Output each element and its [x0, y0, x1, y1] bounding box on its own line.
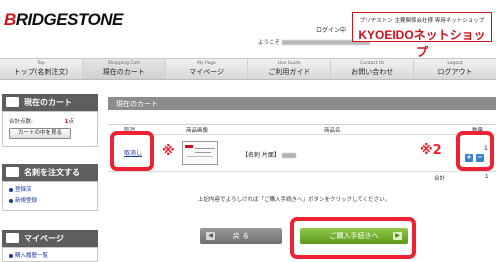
cart-count: 合計点数: 1点	[9, 117, 74, 125]
col-name: 商品名	[324, 128, 341, 134]
greeting-prefix: ようこそ	[258, 40, 281, 46]
nav-use-guide[interactable]: Use Guide ご利用ガイド	[248, 59, 332, 79]
sidebar-link-history[interactable]: 購入履歴一覧	[9, 251, 97, 259]
product-name-text: 【名刺 片面】	[242, 152, 280, 159]
cart-count-label: 合計点数:	[9, 119, 33, 125]
nav-mypage-ja: マイページ	[189, 68, 224, 76]
shop-subtitle: ブリヂストン 主要関係会社様 専用ネットショップ	[359, 18, 485, 24]
bullet-icon	[9, 253, 13, 258]
sidebar-mypage-title: マイページ	[24, 234, 64, 243]
sidebar-link-history-label: 購入履歴一覧	[15, 253, 49, 259]
back-button-label: 戻 る	[232, 232, 250, 240]
col-image: 商品画像	[186, 128, 209, 134]
instruction-text: 上記内容でよろしければ「ご購入手続きへ」ボタンをクリックしてください。	[198, 197, 391, 203]
blurred-product-detail	[281, 153, 296, 158]
nav-shopping-cart[interactable]: Shopping Cart 現在のカート	[82, 59, 166, 79]
sidebar-cart-header: 現在のカート	[2, 94, 98, 111]
nav-logout[interactable]: Logout ログアウト	[414, 59, 496, 79]
bridgestone-logo[interactable]: BRIDGESTONE	[4, 10, 123, 30]
nav-top[interactable]: Top トップ(名刺注文)	[0, 59, 83, 79]
nav-cart-en: Shopping Cart	[107, 61, 140, 66]
sidebar-order-header: 名刺を注文する	[2, 164, 98, 181]
highlight-quantity	[456, 131, 494, 171]
person-icon	[6, 233, 19, 243]
sidebar-mypage-box: 購入履歴一覧	[2, 247, 98, 262]
total-value: 1	[485, 174, 489, 180]
section-title: 現在のカート	[108, 97, 496, 110]
back-button[interactable]: ◀ 戻 る	[200, 228, 282, 244]
nav-mypage-en: My Page	[197, 61, 216, 66]
nav-guide-en: Use Guide	[277, 61, 301, 66]
nav-top-en: Top	[37, 61, 45, 66]
sidebar-mypage-header: マイページ	[2, 230, 98, 247]
nav-logout-ja: ログアウト	[437, 68, 473, 76]
logo-text: RIDGESTONE	[15, 10, 124, 29]
product-thumbnail	[182, 141, 218, 165]
sidebar-order-box: 登録済 新規登録	[2, 181, 98, 211]
sidebar-link-registered-label: 登録済	[15, 187, 32, 193]
nav-cart-ja: 現在のカート	[102, 68, 145, 76]
nav-guide-ja: ご利用ガイド	[268, 68, 311, 76]
image-note-mark: ※	[162, 144, 175, 159]
nav-contact-en: Contact Us	[359, 61, 385, 66]
sidebar-cart-box: 合計点数: 1点 カートの中を見る	[2, 111, 98, 147]
sidebar-link-new[interactable]: 新規登録	[9, 196, 97, 204]
cart-count-unit: 点	[68, 119, 74, 125]
main-nav: Top トップ(名刺注文) Shopping Cart 現在のカート My Pa…	[0, 58, 496, 80]
view-cart-button[interactable]: カートの中を見る	[9, 128, 71, 139]
nav-contact-ja: お問い合わせ	[351, 68, 394, 76]
sidebar-link-registered[interactable]: 登録済	[9, 185, 97, 193]
sidebar-cart-title: 現在のカート	[24, 98, 72, 107]
total-label: 合計	[434, 176, 446, 182]
business-card-icon	[6, 167, 19, 177]
nav-logout-en: Logout	[447, 61, 463, 66]
login-status[interactable]: ログイン中	[316, 25, 346, 34]
nav-top-ja: トップ(名刺注文)	[13, 68, 69, 76]
highlight-proceed	[290, 217, 416, 259]
bullet-icon	[9, 187, 13, 192]
site-header: BRIDGESTONE ログイン中 ようこそ ブリヂストン 主要関係会社様 専用…	[0, 0, 496, 59]
bullet-icon	[9, 198, 13, 203]
shop-name: KYOEIDOネットショップ	[358, 28, 486, 59]
arrow-left-icon: ◀	[206, 232, 215, 240]
nav-contact-us[interactable]: Contact Us お問い合わせ	[331, 59, 415, 79]
cart-icon	[6, 97, 19, 107]
sidebar-link-new-label: 新規登録	[15, 198, 38, 204]
shop-banner[interactable]: ブリヂストン 主要関係会社様 専用ネットショップ KYOEIDOネットショップ	[352, 12, 492, 59]
sidebar-order-title: 名刺を注文する	[24, 168, 80, 177]
product-name: 【名刺 片面】	[242, 150, 296, 159]
nav-my-page[interactable]: My Page マイページ	[166, 59, 249, 79]
highlight-delete	[110, 131, 154, 171]
qty-note-mark: ※2	[420, 143, 442, 158]
